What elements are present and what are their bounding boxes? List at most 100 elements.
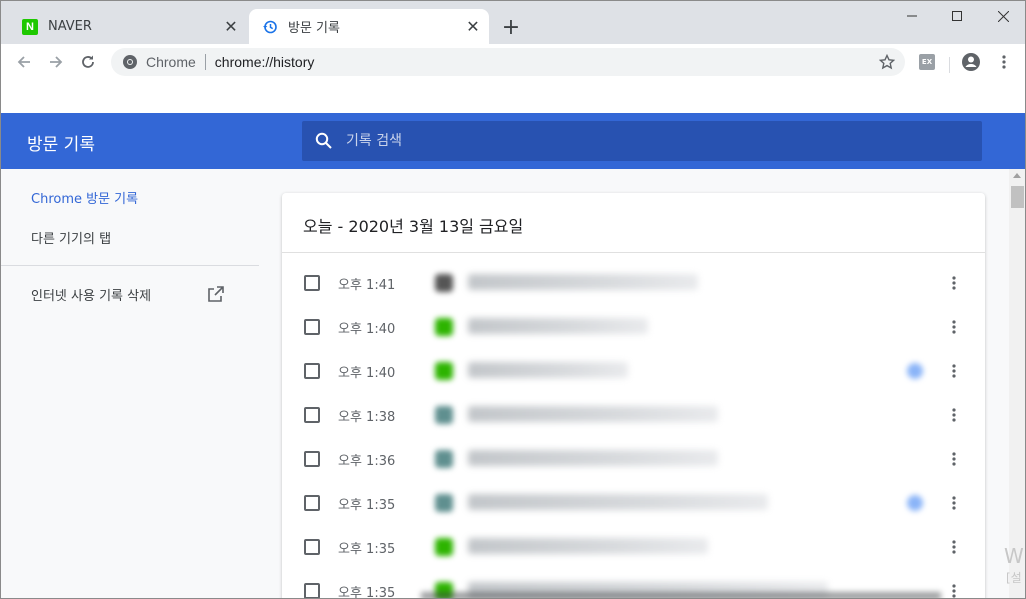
row-checkbox[interactable] [304, 495, 320, 511]
maximize-button[interactable] [934, 1, 980, 31]
menu-button[interactable] [990, 48, 1018, 76]
site-favicon-icon [435, 318, 453, 336]
sidebar-divider [1, 265, 259, 266]
visit-time: 오후 1:35 [338, 498, 396, 513]
sidebar-item-clear-browsing-data[interactable]: 인터넷 사용 기록 삭제 [31, 285, 227, 304]
forward-button[interactable] [42, 48, 70, 76]
blurred-page-link[interactable] [468, 538, 708, 554]
history-page: 방문 기록 Chrome 방문 기록 다른 기기의 탭 인터넷 사용 기록 삭제… [1, 113, 1025, 599]
bookmark-star-icon[interactable] [907, 495, 923, 511]
back-button[interactable] [10, 48, 38, 76]
minimize-button[interactable] [889, 1, 935, 31]
blurred-page-link[interactable] [468, 362, 628, 378]
new-tab-button[interactable]: + [499, 15, 523, 40]
tab-title: NAVER [48, 19, 92, 34]
bookmark-star-icon[interactable] [879, 54, 895, 70]
forward-arrow-icon [50, 56, 63, 68]
visit-time: 오후 1:40 [338, 322, 396, 337]
blurred-page-link[interactable] [468, 318, 648, 334]
site-favicon-icon [435, 362, 453, 380]
row-checkbox[interactable] [304, 539, 320, 555]
profile-button[interactable] [957, 48, 985, 76]
more-vert-icon [952, 584, 956, 598]
more-vert-icon [952, 496, 956, 510]
blurred-page-link[interactable] [468, 494, 768, 510]
more-vert-icon [952, 364, 956, 378]
visit-time: 오후 1:36 [338, 454, 396, 469]
history-row[interactable]: 오후 1:35 [282, 481, 985, 525]
bookmark-star-icon[interactable] [907, 363, 923, 379]
site-favicon-icon [435, 494, 453, 512]
tab-title: 방문 기록 [288, 21, 340, 36]
site-favicon-icon [435, 538, 453, 556]
history-row[interactable]: 오후 1:35 [282, 525, 985, 569]
row-checkbox[interactable] [304, 363, 320, 379]
row-more-actions-button[interactable] [942, 535, 966, 559]
omnibox-separator [204, 54, 206, 70]
extension-icon: EX [919, 54, 935, 70]
row-more-actions-button[interactable] [942, 491, 966, 515]
row-checkbox[interactable] [304, 451, 320, 467]
blurred-page-link[interactable] [468, 406, 718, 422]
history-icon [262, 19, 278, 35]
naver-logo-icon: N [22, 18, 38, 35]
row-more-actions-button[interactable] [942, 447, 966, 471]
open-in-new-icon [208, 286, 224, 302]
browser-toolbar: Chrome chrome://history EX [1, 44, 1025, 80]
chrome-icon [123, 55, 137, 69]
history-header: 방문 기록 [1, 113, 1025, 169]
card-divider [282, 252, 985, 253]
visit-time: 오후 1:35 [338, 586, 396, 599]
blurred-page-link[interactable] [468, 450, 718, 466]
history-row[interactable]: 오후 1:41 [282, 261, 985, 305]
scrollbar[interactable] [1009, 169, 1025, 598]
extension-button[interactable]: EX [913, 48, 941, 76]
close-window-button[interactable] [980, 1, 1025, 31]
site-favicon-icon [435, 450, 453, 468]
more-vert-icon [952, 540, 956, 554]
row-more-actions-button[interactable] [942, 359, 966, 383]
visit-time: 오후 1:38 [338, 410, 396, 425]
history-card: 오늘 - 2020년 3월 13일 금요일 오후 1:41 오후 1:40 오후 1… [282, 193, 985, 599]
sidebar-item-other-devices[interactable]: 다른 기기의 탭 [31, 228, 111, 247]
close-tab-icon[interactable]: ✕ [221, 17, 241, 37]
browser-window: N NAVER ✕ 방문 기록 ✕ + Chrome chrome://hist… [0, 0, 1026, 599]
sidebar-item-chrome-history[interactable]: Chrome 방문 기록 [31, 188, 138, 207]
row-more-actions-button[interactable] [942, 315, 966, 339]
row-checkbox[interactable] [304, 583, 320, 598]
tab-naver[interactable]: N NAVER ✕ [9, 9, 247, 44]
search-box[interactable] [302, 121, 982, 161]
search-input[interactable] [346, 133, 946, 149]
back-arrow-icon [17, 56, 30, 68]
row-more-actions-button[interactable] [942, 403, 966, 427]
scrollbar-thumb[interactable] [1011, 186, 1024, 208]
more-vert-icon [952, 408, 956, 422]
history-row[interactable]: 오후 1:40 [282, 349, 985, 393]
reload-button[interactable] [74, 48, 102, 76]
history-row[interactable]: 오후 1:36 [282, 437, 985, 481]
profile-avatar-icon [962, 53, 980, 71]
toolbar-divider [949, 57, 950, 73]
row-more-actions-button[interactable] [942, 579, 966, 598]
date-header: 오늘 - 2020년 3월 13일 금요일 [303, 217, 524, 236]
site-chip: Chrome [146, 54, 196, 70]
page-title: 방문 기록 [27, 135, 95, 155]
blurred-overlay [421, 592, 941, 598]
history-row[interactable]: 오후 1:40 [282, 305, 985, 349]
close-tab-icon[interactable]: ✕ [463, 17, 483, 37]
url-text[interactable]: chrome://history [215, 54, 315, 70]
history-row[interactable]: 오후 1:38 [282, 393, 985, 437]
blurred-page-link[interactable] [468, 274, 698, 290]
row-checkbox[interactable] [304, 407, 320, 423]
row-checkbox[interactable] [304, 275, 320, 291]
reload-icon [82, 55, 94, 68]
visit-time: 오후 1:40 [338, 366, 396, 381]
tab-history[interactable]: 방문 기록 ✕ [249, 9, 489, 44]
row-more-actions-button[interactable] [942, 271, 966, 295]
site-favicon-icon [435, 274, 453, 292]
address-bar[interactable]: Chrome chrome://history [111, 48, 905, 76]
visit-time: 오후 1:41 [338, 278, 396, 293]
activation-watermark: Wi [1004, 544, 1025, 568]
row-checkbox[interactable] [304, 319, 320, 335]
scroll-up-arrow-icon[interactable] [1013, 173, 1021, 178]
